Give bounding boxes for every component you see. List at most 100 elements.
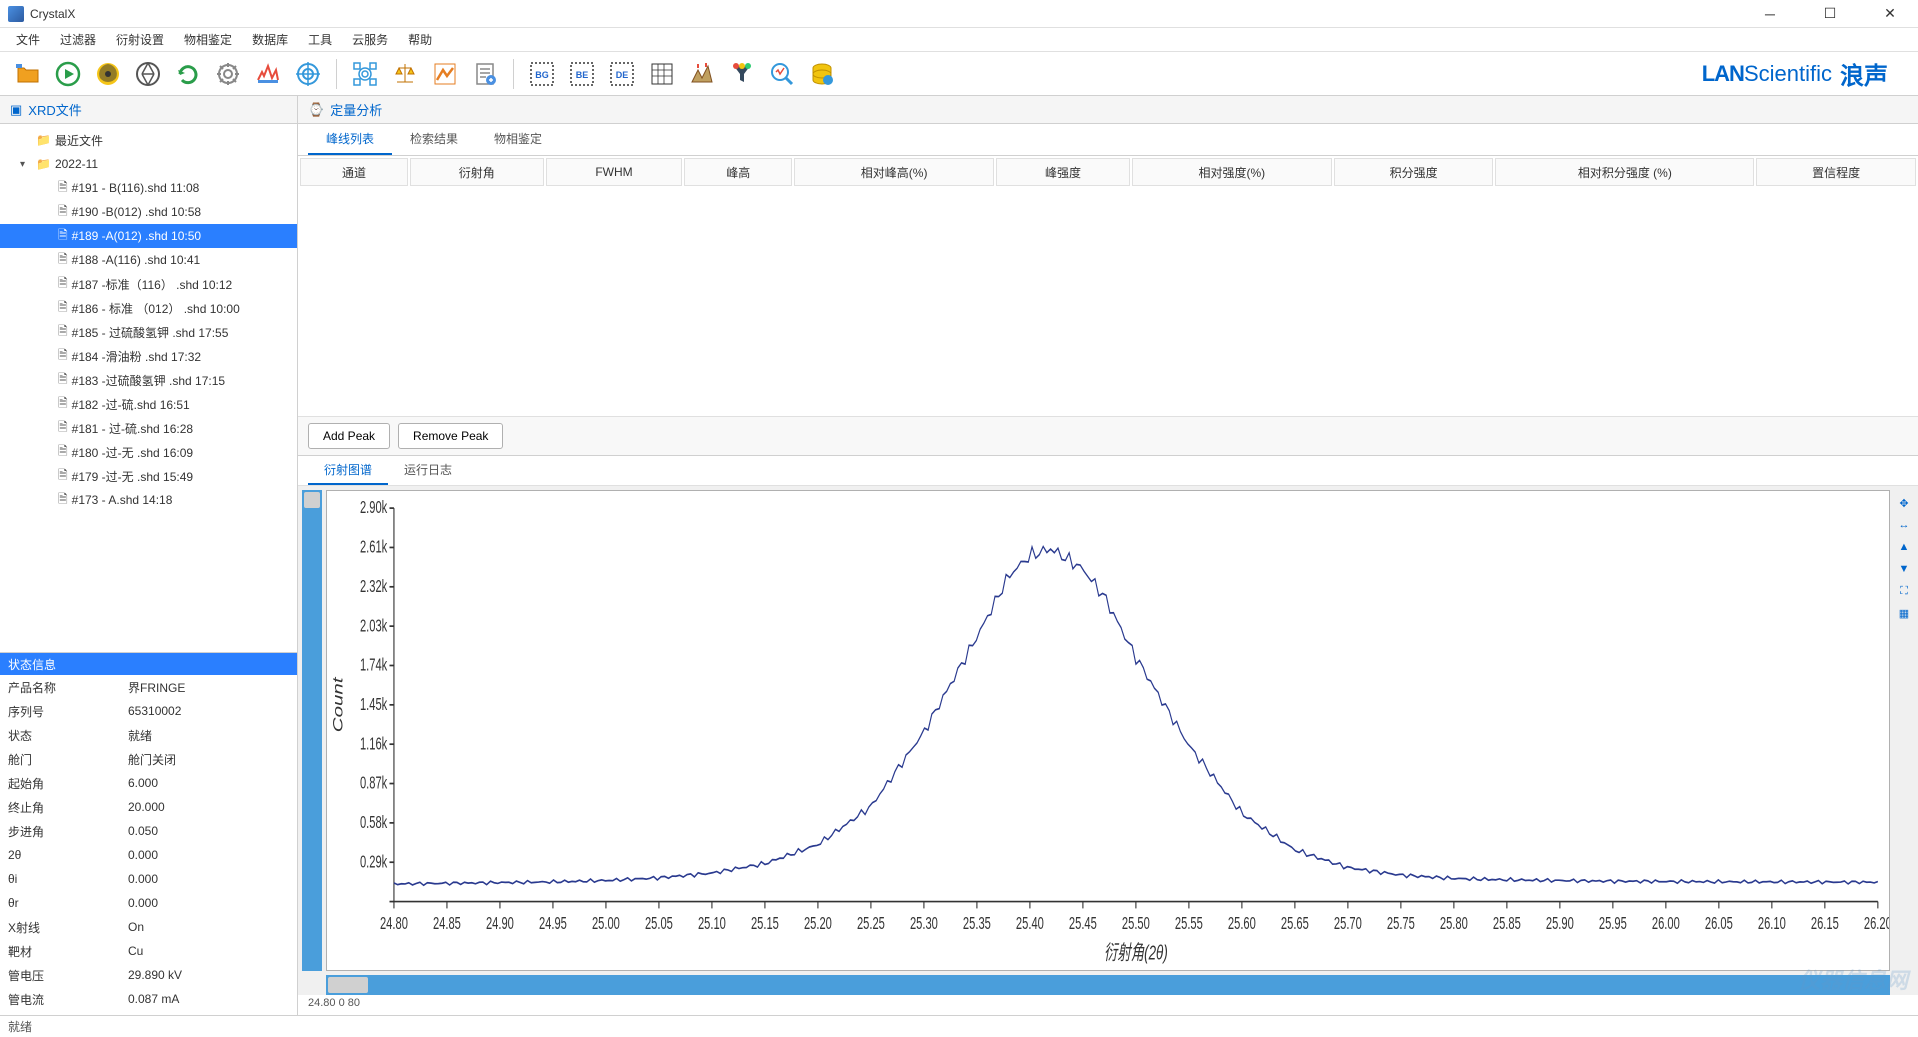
refresh-icon[interactable] (170, 56, 206, 92)
column-header[interactable]: 置信程度 (1756, 158, 1916, 186)
play-icon[interactable] (50, 56, 86, 92)
target-icon[interactable] (290, 56, 326, 92)
database-tool-icon[interactable] (804, 56, 840, 92)
chart-fullscreen-icon[interactable]: ⛶ (1895, 582, 1913, 600)
status-row: 舱门舱门关闭 (0, 747, 297, 771)
svg-text:BG: BG (535, 70, 549, 80)
column-header[interactable]: 峰强度 (996, 158, 1130, 186)
column-header[interactable]: 相对强度(%) (1132, 158, 1332, 186)
svg-text:衍射角(2θ): 衍射角(2θ) (1104, 941, 1168, 965)
quant-tab-1[interactable]: 检索结果 (392, 124, 476, 155)
aperture-icon[interactable] (130, 56, 166, 92)
bg-tool-icon[interactable]: BG (524, 56, 560, 92)
tree-item[interactable]: 🗎#190 -B(012) .shd 10:58 (0, 200, 297, 224)
radiation-icon[interactable] (90, 56, 126, 92)
svg-text:25.55: 25.55 (1175, 915, 1203, 934)
add-peak-button[interactable]: Add Peak (308, 423, 390, 449)
menu-item-文件[interactable]: 文件 (6, 29, 50, 50)
titlebar: CrystalX ─ ☐ ✕ (0, 0, 1918, 28)
fingerprint-icon[interactable] (347, 56, 383, 92)
analyze-tool-icon[interactable] (764, 56, 800, 92)
maximize-button[interactable]: ☐ (1810, 4, 1850, 24)
spectrum-icon[interactable] (250, 56, 286, 92)
app-icon (8, 6, 24, 22)
peak-table: 通道衍射角FWHM峰高相对峰高(%)峰强度相对强度(%)积分强度相对积分强度 (… (298, 156, 1918, 188)
chart-move-icon[interactable]: ✥ (1895, 494, 1913, 512)
chart-up-icon[interactable]: ▲ (1895, 538, 1913, 556)
svg-text:25.50: 25.50 (1122, 915, 1150, 934)
svg-text:24.80: 24.80 (380, 915, 408, 934)
brand-logo: LANScientific 浪声 (1702, 56, 1908, 91)
chart-horizontal-scrollbar[interactable] (326, 975, 1890, 995)
tree-item[interactable]: 🗎#180 -过-无 .shd 16:09 (0, 440, 297, 464)
file-icon: 🗎 (58, 250, 68, 271)
menu-item-衍射设置[interactable]: 衍射设置 (106, 29, 174, 50)
chart-down-icon[interactable]: ▼ (1895, 560, 1913, 578)
menu-item-过滤器[interactable]: 过滤器 (50, 29, 106, 50)
tree-item[interactable]: 🗎#188 -A(116) .shd 10:41 (0, 248, 297, 272)
chart-vertical-scrollbar[interactable] (302, 490, 322, 971)
status-row: 产品名称界FRINGE (0, 675, 297, 699)
status-header: 状态信息 (0, 653, 297, 675)
gear-icon[interactable] (210, 56, 246, 92)
menu-item-物相鉴定[interactable]: 物相鉴定 (174, 29, 242, 50)
chart-side-tools: ✥ ↔ ▲ ▼ ⛶ ▦ (1894, 490, 1914, 971)
close-button[interactable]: ✕ (1870, 4, 1910, 24)
column-header[interactable]: 衍射角 (410, 158, 544, 186)
column-header[interactable]: FWHM (546, 158, 683, 186)
file-tree[interactable]: 📁最近文件▾📁2022-11🗎#191 - B(116).shd 11:08🗎#… (0, 124, 297, 652)
menu-item-帮助[interactable]: 帮助 (398, 29, 442, 50)
report-icon[interactable] (467, 56, 503, 92)
open-file-icon[interactable] (10, 56, 46, 92)
tree-item[interactable]: 🗎#185 - 过硫酸氢钾 .shd 17:55 (0, 320, 297, 344)
svg-text:25.95: 25.95 (1599, 915, 1627, 934)
status-row: 终止角20.000 (0, 795, 297, 819)
tree-item[interactable]: 🗎#189 -A(012) .shd 10:50 (0, 224, 297, 248)
diffraction-chart[interactable]: 0.29k0.58k0.87k1.16k1.45k1.74k2.03k2.32k… (326, 490, 1890, 971)
filter-tool-icon[interactable] (724, 56, 760, 92)
file-icon: 🗎 (58, 466, 68, 487)
tree-item[interactable]: 🗎#181 - 过-硫.shd 16:28 (0, 416, 297, 440)
chart-line-icon[interactable] (427, 56, 463, 92)
de-tool-icon[interactable]: DE (604, 56, 640, 92)
tree-item[interactable]: 🗎#183 -过硫酸氢钾 .shd 17:15 (0, 368, 297, 392)
tree-item[interactable]: 🗎#191 - B(116).shd 11:08 (0, 176, 297, 200)
quant-analysis-title: 定量分析 (330, 100, 382, 119)
menu-item-工具[interactable]: 工具 (298, 29, 342, 50)
column-header[interactable]: 通道 (300, 158, 408, 186)
column-header[interactable]: 积分强度 (1334, 158, 1494, 186)
tree-item[interactable]: 🗎#186 - 标准 （012） .shd 10:00 (0, 296, 297, 320)
tree-item[interactable]: 🗎#184 -滑油粉 .shd 17:32 (0, 344, 297, 368)
grid-tool-icon[interactable] (644, 56, 680, 92)
svg-text:0.58k: 0.58k (360, 814, 388, 833)
svg-text:26.10: 26.10 (1758, 915, 1786, 934)
xrd-files-title: XRD文件 (28, 100, 81, 119)
chart-tab-0[interactable]: 衍射图谱 (308, 456, 388, 485)
balance-icon[interactable] (387, 56, 423, 92)
remove-peak-button[interactable]: Remove Peak (398, 423, 503, 449)
svg-text:DE: DE (616, 70, 629, 80)
column-header[interactable]: 相对积分强度 (%) (1495, 158, 1754, 186)
tree-item[interactable]: 📁最近文件 (0, 128, 297, 152)
chart-hstretch-icon[interactable]: ↔ (1895, 516, 1913, 534)
tree-item[interactable]: 🗎#179 -过-无 .shd 15:49 (0, 464, 297, 488)
tree-item[interactable]: 🗎#182 -过-硫.shd 16:51 (0, 392, 297, 416)
minimize-button[interactable]: ─ (1750, 4, 1790, 24)
column-header[interactable]: 峰高 (684, 158, 792, 186)
menu-item-云服务[interactable]: 云服务 (342, 29, 398, 50)
chart-tab-1[interactable]: 运行日志 (388, 456, 468, 485)
chart-grid-icon[interactable]: ▦ (1895, 604, 1913, 622)
column-header[interactable]: 相对峰高(%) (794, 158, 994, 186)
status-row: 状态就绪 (0, 723, 297, 747)
tree-item[interactable]: 🗎#187 -标准（116） .shd 10:12 (0, 272, 297, 296)
be-tool-icon[interactable]: BE (564, 56, 600, 92)
svg-text:26.20: 26.20 (1864, 915, 1889, 934)
quant-tab-0[interactable]: 峰线列表 (308, 124, 392, 155)
peaks-tool-icon[interactable] (684, 56, 720, 92)
tree-item[interactable]: ▾📁2022-11 (0, 152, 297, 176)
quant-tab-2[interactable]: 物相鉴定 (476, 124, 560, 155)
quant-tabs: 峰线列表检索结果物相鉴定 (298, 124, 1918, 156)
tree-item[interactable]: 🗎#173 - A.shd 14:18 (0, 488, 297, 512)
menu-item-数据库[interactable]: 数据库 (242, 29, 298, 50)
files-icon: ▣ (10, 102, 22, 118)
